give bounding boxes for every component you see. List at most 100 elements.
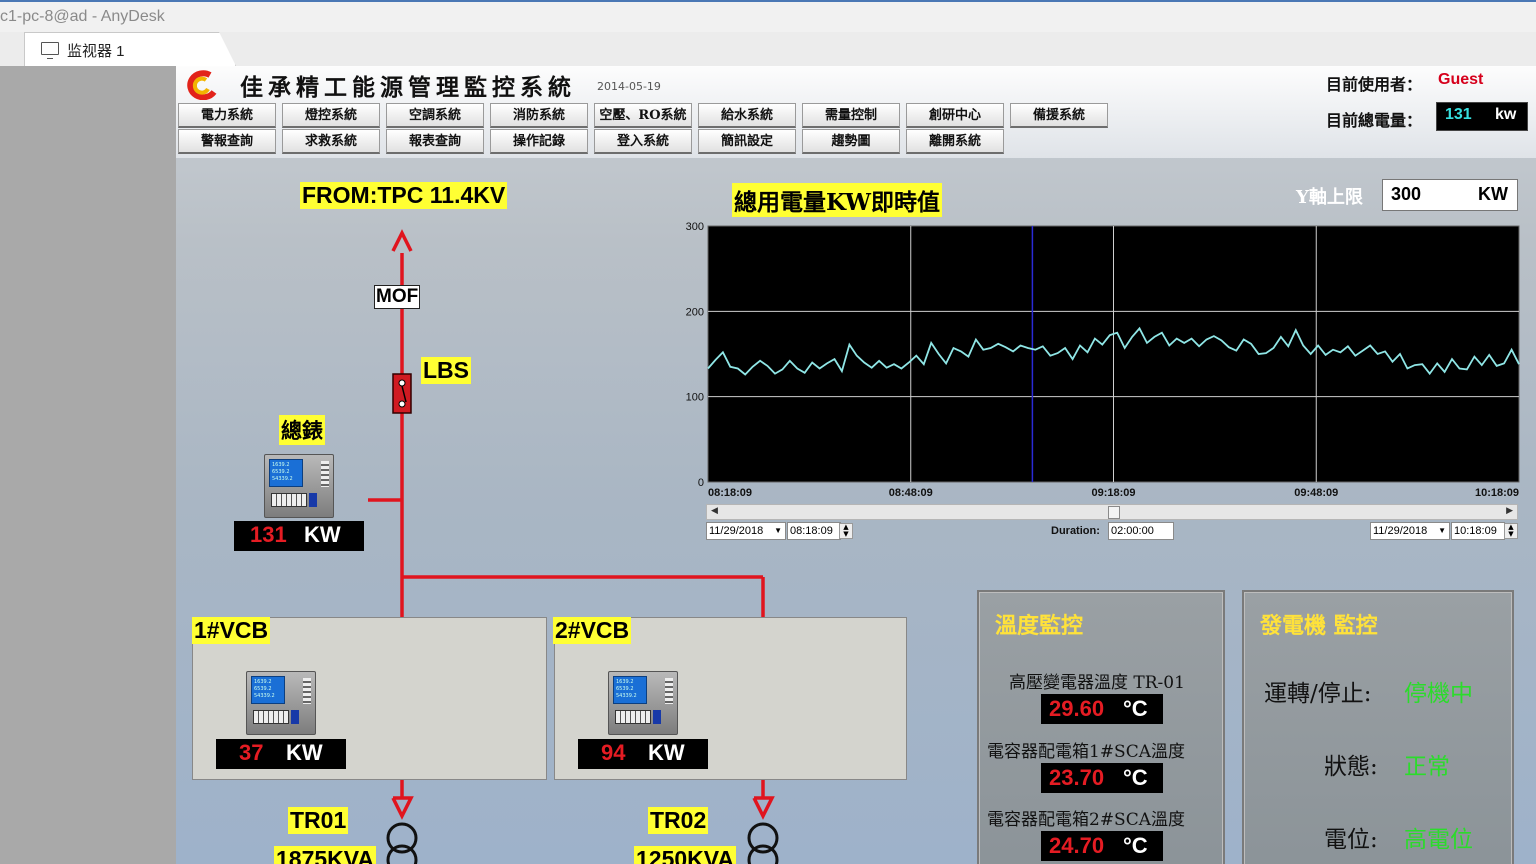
vcb1-power-meter[interactable]: 1639.2 6539.2 54339.2 xyxy=(246,671,316,735)
duration-input[interactable]: 02:00:00 xyxy=(1108,522,1174,540)
end-time-spinner[interactable]: ▲ ▼ xyxy=(1504,523,1518,539)
nav-button-2-2[interactable]: 求救系統 xyxy=(282,129,380,154)
vcb2-power-meter[interactable]: 1639.2 6539.2 54339.2 xyxy=(608,671,678,735)
ymax-unit: KW xyxy=(1478,184,1508,204)
nav-button-2-1[interactable]: 警報查詢 xyxy=(178,129,276,154)
user-name: Guest xyxy=(1438,71,1484,88)
temp-display-sca1: 23.70 °C xyxy=(1041,763,1163,793)
meter-screen: 1639.2 6539.2 54339.2 xyxy=(613,676,647,704)
nav-button-1-4[interactable]: 消防系統 xyxy=(490,103,588,128)
gen-status-value: 正常 xyxy=(1404,754,1450,780)
y-tick-label: 300 xyxy=(686,222,704,233)
scroll-thumb[interactable] xyxy=(1108,506,1120,519)
nav-button-1-9[interactable]: 備援系統 xyxy=(1010,103,1108,128)
temp-unit-tr01: °C xyxy=(1123,696,1148,721)
tab-label: 监视器 1 xyxy=(67,43,125,60)
tr02-label: TR02 xyxy=(648,807,709,834)
gen-run-value: 停機中 xyxy=(1404,681,1473,707)
x-tick-label: 08:18:09 xyxy=(708,487,752,499)
total-power-value: 131 xyxy=(1445,106,1472,123)
tr01-kva: 1875KVA xyxy=(274,846,377,864)
nav-button-1-2[interactable]: 燈控系統 xyxy=(282,103,380,128)
total-power-label: 目前總電量： xyxy=(1326,111,1423,130)
vcb1-meter-display: 37 KW xyxy=(216,739,346,769)
ymax-value: 300 xyxy=(1391,184,1422,204)
temp-unit-sca2: °C xyxy=(1123,833,1148,858)
tab-monitor-1[interactable]: 监视器 1 xyxy=(24,32,236,66)
y-tick-label: 0 xyxy=(698,477,704,489)
vcb2-value: 94 xyxy=(601,740,626,765)
lbs-switch[interactable] xyxy=(392,373,412,414)
company-logo xyxy=(187,70,217,100)
anydesk-window: c1-pc-8@ad - AnyDesk 监视器 1 佳承精工能源管理監控系統 … xyxy=(0,0,1536,864)
x-tick-label: 09:18:09 xyxy=(1091,487,1135,499)
trend-title: 總用電量KW即時值 xyxy=(732,183,943,217)
nav-button-1-3[interactable]: 空調系統 xyxy=(386,103,484,128)
nav-button-1-7[interactable]: 需量控制 xyxy=(802,103,900,128)
main-meter-unit: KW xyxy=(304,522,341,547)
nav-button-2-7[interactable]: 趨勢圖 xyxy=(802,129,900,154)
tr01-label: TR01 xyxy=(288,807,349,834)
trend-chart: 0 100 200 300 08:18:09 08:48:09 09:18:09 09:48:… xyxy=(686,222,1520,499)
nav-button-1-6[interactable]: 給水系統 xyxy=(698,103,796,128)
lbs-label: LBS xyxy=(421,357,471,384)
generator-title: 發電機 監控 xyxy=(1260,613,1378,639)
gen-potential-label: 電位: xyxy=(1324,827,1378,853)
x-tick-label: 10:18:09 xyxy=(1475,487,1519,499)
source-label: FROM:TPC 11.4KV xyxy=(300,182,508,209)
start-date-picker[interactable]: 11/29/2018 ▼ xyxy=(706,522,786,540)
vcb1-value: 37 xyxy=(239,740,264,765)
temp-value-sca2: 24.70 xyxy=(1049,833,1105,858)
total-power-unit: kw xyxy=(1495,106,1517,123)
meter-screen: 1639.2 6539.2 54339.2 xyxy=(269,459,303,487)
temp-display-sca2: 24.70 °C xyxy=(1041,831,1163,861)
nav-button-2-5[interactable]: 登入系統 xyxy=(594,129,692,154)
end-time-input[interactable]: 10:18:09 xyxy=(1451,522,1505,540)
gen-potential-value: 高電位 xyxy=(1404,827,1473,853)
app-title: 佳承精工能源管理監控系統 xyxy=(240,74,576,101)
vcb1-unit: KW xyxy=(286,740,323,765)
main-power-meter[interactable]: 1639.2 6539.2 54339.2 xyxy=(264,454,334,518)
vcb2-label: 2#VCB xyxy=(553,617,632,644)
temp-label-tr01: 高壓變電器溫度 TR-01 xyxy=(1009,673,1185,693)
x-tick-label: 09:48:09 xyxy=(1294,487,1338,499)
temp-display-tr01: 29.60 °C xyxy=(1041,694,1163,724)
nav-button-1-1[interactable]: 電力系統 xyxy=(178,103,276,128)
nav-button-2-4[interactable]: 操作記錄 xyxy=(490,129,588,154)
tr02-kva: 1250KVA xyxy=(634,846,737,864)
user-label: 目前使用者： xyxy=(1326,75,1423,94)
vcb2-meter-display: 94 KW xyxy=(578,739,708,769)
start-time-spinner[interactable]: ▲ ▼ xyxy=(839,523,853,539)
energy-monitor-app: 佳承精工能源管理監控系統 2014-05-19 電力系統 燈控系統 空調系統 消防系統… xyxy=(176,66,1536,864)
total-power-display: 131 kw xyxy=(1436,102,1528,131)
nav-button-2-6[interactable]: 簡訊設定 xyxy=(698,129,796,154)
ymax-input[interactable]: 300 KW xyxy=(1382,179,1518,211)
nav-button-2-8[interactable]: 離開系統 xyxy=(906,129,1004,154)
main-meter-display: 131 KW xyxy=(234,521,364,551)
ymax-label: Y軸上限 xyxy=(1296,187,1363,208)
start-time-input[interactable]: 08:18:09 xyxy=(787,522,841,540)
end-date-picker[interactable]: 11/29/2018 ▼ xyxy=(1370,522,1450,540)
y-tick-label: 200 xyxy=(686,306,704,318)
nav-button-1-5[interactable]: 空壓、RO系統 xyxy=(594,103,692,128)
vcb1-label: 1#VCB xyxy=(192,617,271,644)
app-date: 2014-05-19 xyxy=(597,80,661,93)
y-tick-label: 100 xyxy=(686,392,704,404)
app-header: 佳承精工能源管理監控系統 2014-05-19 電力系統 燈控系統 空調系統 消防系統… xyxy=(176,66,1536,158)
nav-button-1-8[interactable]: 創研中心 xyxy=(906,103,1004,128)
nav-button-2-3[interactable]: 報表查詢 xyxy=(386,129,484,154)
title-bar: c1-pc-8@ad - AnyDesk xyxy=(0,0,1536,32)
temp-label-sca1: 電容器配電箱1#SCA溫度 xyxy=(987,742,1185,762)
duration-label: Duration: xyxy=(1051,525,1100,537)
vcb2-unit: KW xyxy=(648,740,685,765)
meter-screen: 1639.2 6539.2 54339.2 xyxy=(251,676,285,704)
time-scrollbar[interactable]: ◀ ▶ xyxy=(706,504,1518,520)
main-meter-value: 131 xyxy=(250,522,287,547)
gen-run-label: 運轉/停止: xyxy=(1264,681,1372,707)
monitor-icon xyxy=(41,42,59,59)
temp-value-sca1: 23.70 xyxy=(1049,765,1105,790)
gen-status-label: 狀態: xyxy=(1324,754,1378,780)
temperature-panel: 溫度監控 高壓變電器溫度 TR-01 29.60 °C 電容器配電箱1#SCA溫… xyxy=(977,590,1225,864)
mof-label: MOF xyxy=(374,285,421,309)
main-meter-label: 總錶 xyxy=(279,415,325,445)
